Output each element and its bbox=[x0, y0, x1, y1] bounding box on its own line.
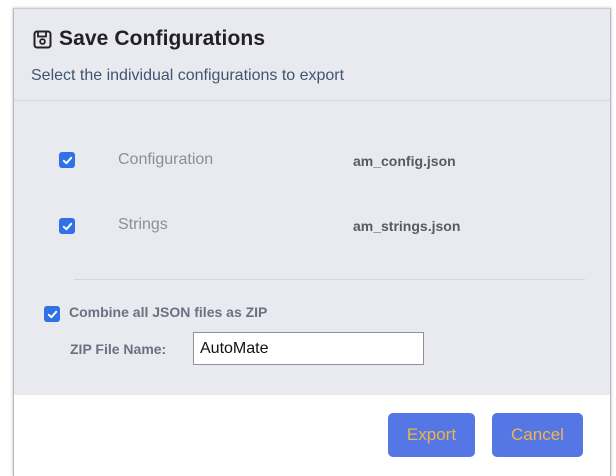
checkmark-icon bbox=[47, 310, 57, 318]
divider bbox=[74, 279, 585, 280]
dialog-footer: Export Cancel bbox=[14, 395, 610, 476]
configuration-filename: am_config.json bbox=[353, 153, 456, 169]
dialog-body: Configuration am_config.json Strings am_… bbox=[14, 101, 610, 397]
zip-file-name-label: ZIP File Name: bbox=[70, 341, 167, 357]
dialog-subtitle: Select the individual configurations to … bbox=[31, 67, 345, 84]
dialog-title: Save Configurations bbox=[59, 27, 266, 50]
strings-label: Strings bbox=[118, 216, 168, 233]
zip-file-name-input[interactable] bbox=[193, 332, 424, 365]
title-row: Save Configurations bbox=[33, 27, 265, 51]
strings-filename: am_strings.json bbox=[353, 218, 461, 234]
combine-zip-checkbox[interactable] bbox=[44, 306, 60, 322]
configuration-checkbox[interactable] bbox=[59, 152, 75, 168]
dialog-header: Save Configurations Select the individua… bbox=[14, 9, 610, 101]
checkmark-icon bbox=[62, 222, 72, 230]
configuration-label: Configuration bbox=[118, 151, 214, 168]
strings-checkbox[interactable] bbox=[59, 218, 75, 234]
cancel-button[interactable]: Cancel bbox=[492, 413, 583, 457]
save-configurations-dialog: Save Configurations Select the individua… bbox=[13, 8, 611, 476]
checkmark-icon bbox=[62, 156, 72, 164]
export-button[interactable]: Export bbox=[388, 413, 475, 457]
combine-zip-label: Combine all JSON files as ZIP bbox=[69, 304, 268, 320]
save-icon bbox=[33, 30, 52, 49]
